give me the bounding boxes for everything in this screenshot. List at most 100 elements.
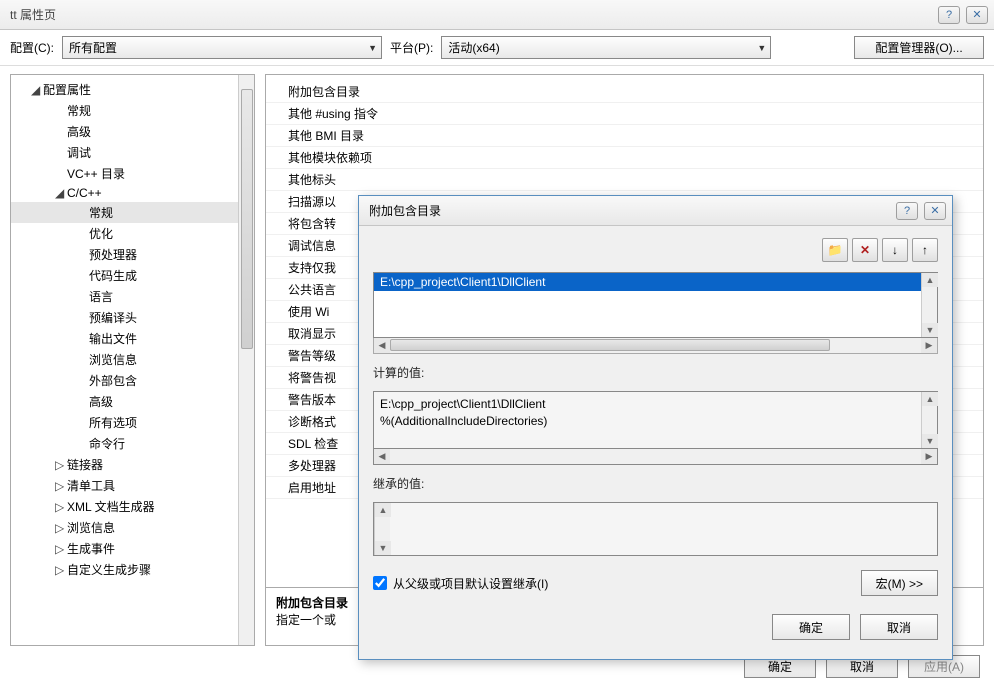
- dialog-cancel-button[interactable]: 取消: [860, 614, 938, 640]
- scroll-up-icon[interactable]: ▲: [375, 503, 391, 517]
- window-title: tt 属性页: [10, 6, 938, 23]
- scroll-left-icon[interactable]: ◀: [374, 449, 390, 464]
- property-row[interactable]: 其他 BMI 目录: [266, 125, 983, 147]
- inherit-checkbox-label[interactable]: 从父级或项目默认设置继承(I): [373, 575, 548, 592]
- computed-text: E:\cpp_project\Client1\DllClient %(Addit…: [374, 392, 921, 448]
- config-manager-button[interactable]: 配置管理器(O)...: [854, 36, 984, 59]
- tree-item[interactable]: 所有选项: [11, 412, 238, 433]
- list-vscrollbar[interactable]: ▲ ▼: [921, 273, 937, 337]
- config-combo[interactable]: 所有配置 ▼: [62, 36, 382, 59]
- tree-item[interactable]: ▷生成事件: [11, 538, 238, 559]
- chevron-down-icon: ▼: [368, 43, 377, 53]
- config-bar: 配置(C): 所有配置 ▼ 平台(P): 活动(x64) ▼ 配置管理器(O).…: [0, 30, 994, 66]
- tree-item[interactable]: 常规: [11, 100, 238, 121]
- scroll-left-icon[interactable]: ◀: [374, 338, 390, 353]
- macro-button[interactable]: 宏(M) >>: [861, 570, 938, 596]
- inherited-vscrollbar[interactable]: ▲ ▼: [374, 503, 390, 555]
- dialog-toolbar: 📁 ✕ ↓ ↑: [373, 238, 938, 262]
- scroll-up-icon[interactable]: ▲: [922, 392, 938, 406]
- expand-icon: ▷: [55, 521, 67, 535]
- property-row[interactable]: 其他标头: [266, 169, 983, 191]
- property-row[interactable]: 附加包含目录: [266, 81, 983, 103]
- scroll-up-icon[interactable]: ▲: [922, 273, 938, 287]
- inherit-text: 从父级或项目默认设置继承(I): [393, 575, 548, 592]
- move-up-icon[interactable]: ↑: [912, 238, 938, 262]
- dialog-body: 📁 ✕ ↓ ↑ E:\cpp_project\Client1\DllClient…: [359, 226, 952, 659]
- property-row[interactable]: 其他 #using 指令: [266, 103, 983, 125]
- inherited-values-box: ▲ ▼: [373, 502, 938, 556]
- property-row[interactable]: 其他模块依赖项: [266, 147, 983, 169]
- expand-icon: ▷: [55, 479, 67, 493]
- tree-item[interactable]: 高级: [11, 121, 238, 142]
- tree-item[interactable]: ▷链接器: [11, 454, 238, 475]
- config-label: 配置(C):: [10, 39, 54, 56]
- scroll-down-icon[interactable]: ▼: [922, 323, 938, 337]
- new-folder-icon[interactable]: 📁: [822, 238, 848, 262]
- tree-item[interactable]: ▷浏览信息: [11, 517, 238, 538]
- tree-item[interactable]: 调试: [11, 142, 238, 163]
- expand-icon: ▷: [55, 542, 67, 556]
- chevron-down-icon: ▼: [757, 43, 766, 53]
- tree-item[interactable]: VC++ 目录: [11, 163, 238, 184]
- tree-item[interactable]: 预处理器: [11, 244, 238, 265]
- path-listbox[interactable]: E:\cpp_project\Client1\DllClient ▲ ▼: [373, 272, 938, 338]
- dialog-titlebar: 附加包含目录 ? ✕: [359, 196, 952, 226]
- tree-item[interactable]: 命令行: [11, 433, 238, 454]
- scroll-down-icon[interactable]: ▼: [922, 434, 938, 448]
- expand-icon: ▷: [55, 563, 67, 577]
- tree-item[interactable]: 外部包含: [11, 370, 238, 391]
- include-dirs-dialog: 附加包含目录 ? ✕ 📁 ✕ ↓ ↑ E:\cpp_project\Client…: [358, 195, 953, 660]
- help-button[interactable]: ?: [938, 6, 960, 24]
- expand-icon: ▷: [55, 458, 67, 472]
- computed-values-box: E:\cpp_project\Client1\DllClient %(Addit…: [373, 391, 938, 449]
- move-down-icon[interactable]: ↓: [882, 238, 908, 262]
- computed-vscrollbar[interactable]: ▲ ▼: [921, 392, 937, 448]
- computed-line-2: %(AdditionalIncludeDirectories): [380, 413, 915, 430]
- close-button[interactable]: ✕: [966, 6, 988, 24]
- tree-item[interactable]: ▷清单工具: [11, 475, 238, 496]
- dialog-close-button[interactable]: ✕: [924, 202, 946, 220]
- window-titlebar: tt 属性页 ? ✕: [0, 0, 994, 30]
- hscroll-thumb[interactable]: [390, 339, 830, 351]
- platform-label: 平台(P):: [390, 39, 433, 56]
- delete-icon[interactable]: ✕: [852, 238, 878, 262]
- path-row-empty[interactable]: [374, 291, 921, 309]
- inherit-checkbox[interactable]: [373, 576, 387, 590]
- scroll-right-icon[interactable]: ▶: [921, 449, 937, 464]
- titlebar-buttons: ? ✕: [938, 6, 988, 24]
- tree-item[interactable]: 常规: [11, 202, 238, 223]
- tree-item[interactable]: 浏览信息: [11, 349, 238, 370]
- scroll-down-icon[interactable]: ▼: [375, 541, 391, 555]
- expand-icon: ◢: [55, 186, 67, 200]
- platform-value: 活动(x64): [448, 39, 499, 56]
- list-hscrollbar[interactable]: ◀ ▶: [373, 338, 938, 354]
- tree-item[interactable]: ▷XML 文档生成器: [11, 496, 238, 517]
- expand-icon: ◢: [31, 83, 43, 97]
- config-value: 所有配置: [69, 39, 117, 56]
- tree-item[interactable]: ◢C/C++: [11, 184, 238, 202]
- tree-item[interactable]: ▷自定义生成步骤: [11, 559, 238, 580]
- tree-scrollbar[interactable]: [238, 75, 254, 645]
- scrollbar-thumb[interactable]: [241, 89, 253, 349]
- dialog-buttons: 确定 取消: [373, 606, 938, 640]
- path-row-selected[interactable]: E:\cpp_project\Client1\DllClient: [374, 273, 921, 291]
- dialog-title: 附加包含目录: [369, 202, 896, 219]
- computed-hscrollbar[interactable]: ◀ ▶: [373, 449, 938, 465]
- tree-panel: ◢配置属性常规高级调试VC++ 目录◢C/C++常规优化预处理器代码生成语言预编…: [10, 74, 255, 646]
- tree-item[interactable]: 语言: [11, 286, 238, 307]
- tree-item[interactable]: 代码生成: [11, 265, 238, 286]
- computed-label: 计算的值:: [373, 364, 938, 381]
- scroll-right-icon[interactable]: ▶: [921, 338, 937, 353]
- inherited-label: 继承的值:: [373, 475, 938, 492]
- path-list-container: E:\cpp_project\Client1\DllClient ▲ ▼ ◀ ▶: [373, 272, 938, 354]
- dialog-help-button[interactable]: ?: [896, 202, 918, 220]
- computed-line-1: E:\cpp_project\Client1\DllClient: [380, 396, 915, 413]
- tree-item[interactable]: ◢配置属性: [11, 79, 238, 100]
- platform-combo[interactable]: 活动(x64) ▼: [441, 36, 771, 59]
- property-tree[interactable]: ◢配置属性常规高级调试VC++ 目录◢C/C++常规优化预处理器代码生成语言预编…: [11, 75, 238, 645]
- tree-item[interactable]: 输出文件: [11, 328, 238, 349]
- tree-item[interactable]: 优化: [11, 223, 238, 244]
- tree-item[interactable]: 高级: [11, 391, 238, 412]
- dialog-ok-button[interactable]: 确定: [772, 614, 850, 640]
- tree-item[interactable]: 预编译头: [11, 307, 238, 328]
